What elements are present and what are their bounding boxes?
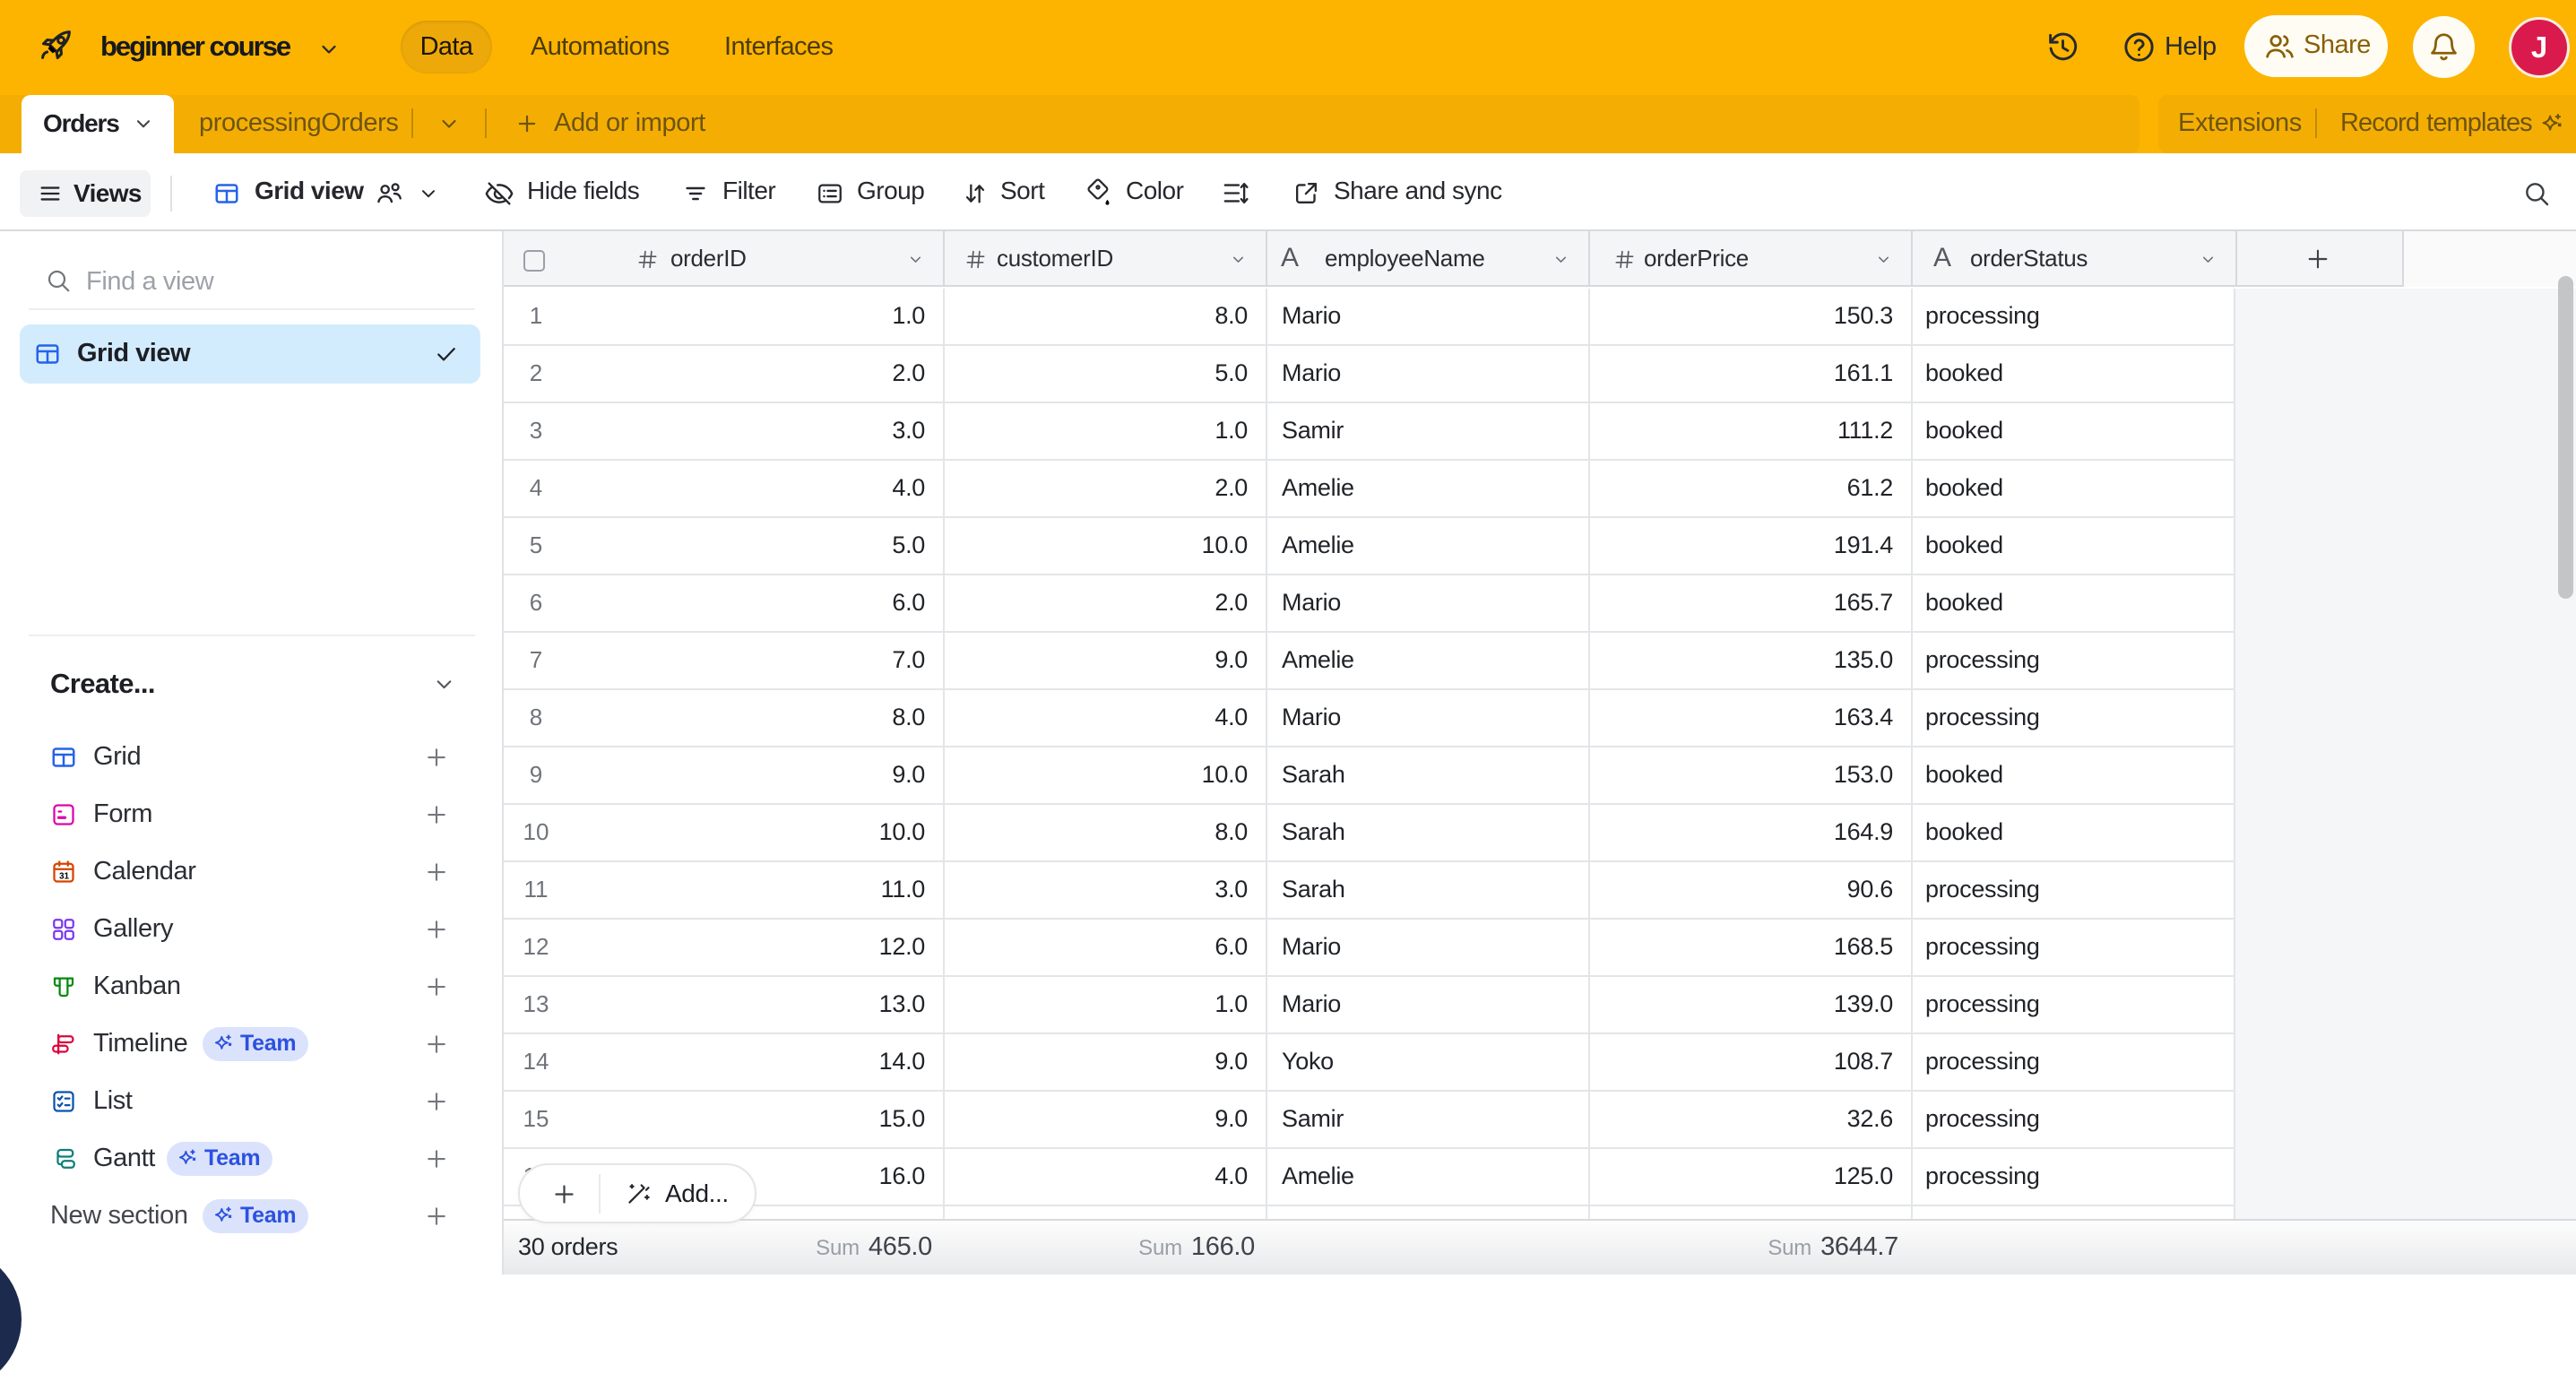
svg-text:31: 31 xyxy=(59,871,70,881)
